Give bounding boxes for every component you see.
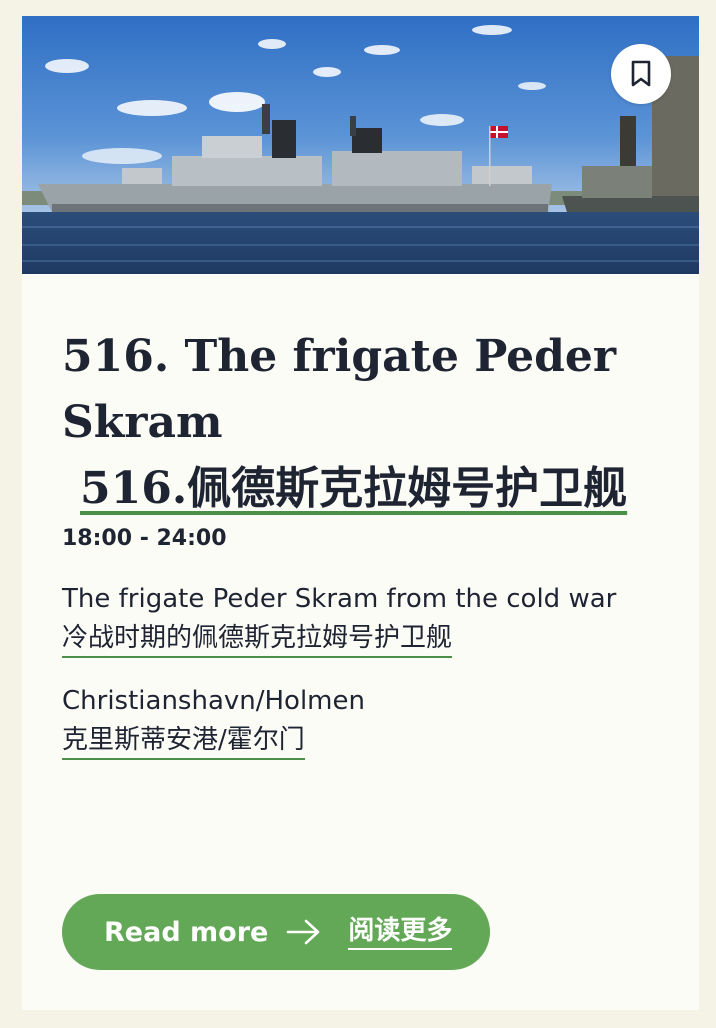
event-title[interactable]: 516. The frigate Peder Skram 516.佩德斯克拉姆号… <box>62 324 662 522</box>
description-en: The frigate Peder Skram from the cold wa… <box>62 584 617 614</box>
bookmark-button[interactable] <box>611 44 671 104</box>
description-zh: 冷战时期的佩德斯克拉姆号护卫舰 <box>62 620 453 658</box>
location-en: Christianshavn/Holmen <box>62 686 365 716</box>
card-content: 516. The frigate Peder Skram 516.佩德斯克拉姆号… <box>62 324 662 760</box>
event-description: The frigate Peder Skram from the cold wa… <box>62 578 662 658</box>
read-more-label-zh: 阅读更多 <box>348 914 453 950</box>
bookmark-icon <box>631 60 651 87</box>
event-time: 18:00 - 24:00 <box>62 526 227 551</box>
event-card[interactable]: 516. The frigate Peder Skram 516.佩德斯克拉姆号… <box>22 16 699 1010</box>
event-image[interactable] <box>22 16 699 274</box>
frigate-photo <box>22 16 699 274</box>
arrow-right-icon <box>286 918 322 946</box>
event-title-zh[interactable]: 516.佩德斯克拉姆号护卫舰 <box>80 463 627 514</box>
read-more-label-en: Read more <box>104 916 269 948</box>
event-location: Christianshavn/Holmen 克里斯蒂安港/霍尔门 <box>62 680 662 760</box>
event-title-en[interactable]: 516. The frigate Peder Skram <box>62 331 616 448</box>
location-zh: 克里斯蒂安港/霍尔门 <box>62 722 305 760</box>
read-more-button[interactable]: Read more 阅读更多 <box>62 894 490 970</box>
